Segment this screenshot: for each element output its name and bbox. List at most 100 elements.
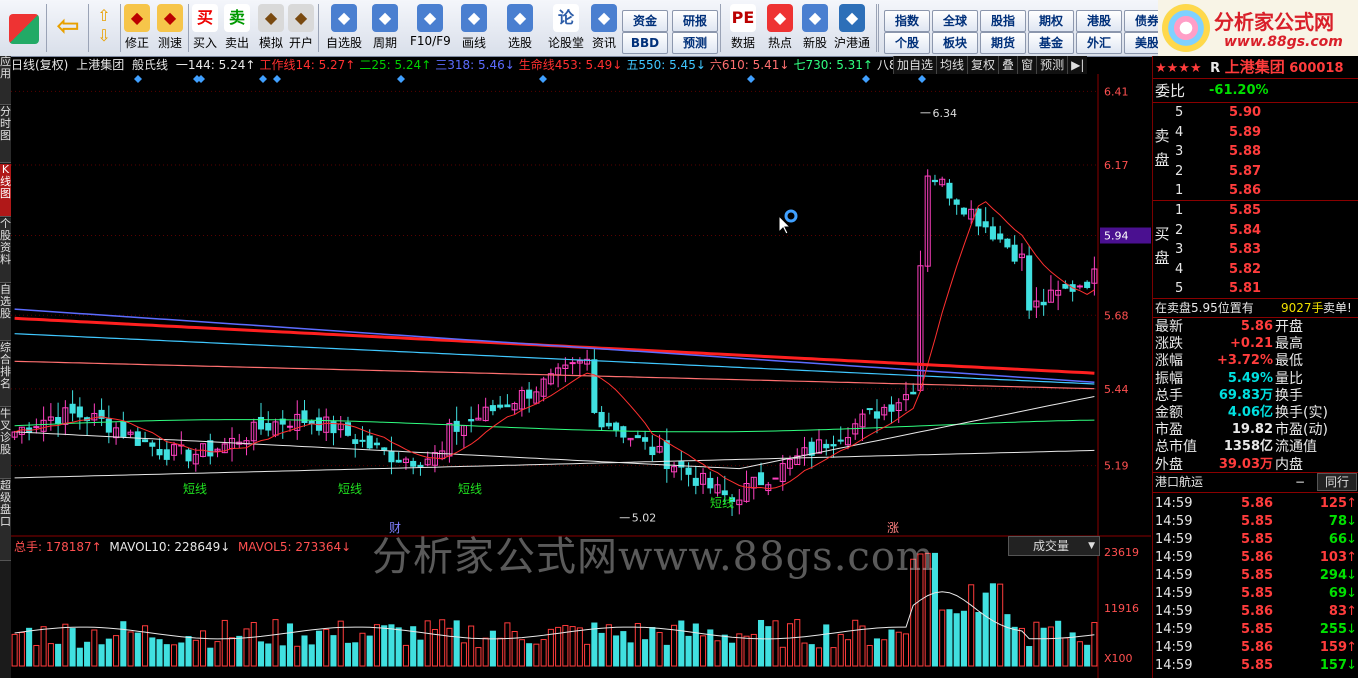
- tick-price: 5.85: [1241, 622, 1274, 637]
- market-button-2-3[interactable]: 基金: [1028, 32, 1074, 54]
- market-button-1-4[interactable]: 港股: [1076, 10, 1122, 32]
- hot-button[interactable]: ◆ 热点: [764, 2, 796, 54]
- candle-body: [417, 464, 424, 468]
- volume-header: 总手: 178187↑ MAVOL10: 228649↓ MAVOL5: 273…: [14, 538, 351, 555]
- buy-button[interactable]: 买买入: [190, 2, 220, 54]
- back-arrow-icon[interactable]: ⇦: [50, 2, 86, 54]
- tick-row: 14:59 5.85 69 ↓: [1153, 585, 1358, 603]
- stat-label-2: 开盘: [1275, 319, 1303, 335]
- volume-bar: [830, 647, 837, 667]
- left-tab-1[interactable]: 分时图: [0, 106, 11, 163]
- left-tab-3[interactable]: 个股资料: [0, 218, 11, 283]
- moving-average-line: [14, 333, 1095, 385]
- sell-button[interactable]: 卖卖出: [222, 2, 252, 54]
- left-tab-5[interactable]: 综合排名: [0, 342, 11, 407]
- toolbar-button-label: 论股堂: [547, 36, 584, 50]
- up-down-arrows-icon[interactable]: ⇧ ⇩: [92, 2, 116, 54]
- left-tab-0[interactable]: 应用: [0, 56, 11, 105]
- left-tab-7[interactable]: 超级盘口: [0, 480, 11, 561]
- volume-bar: [388, 624, 395, 667]
- kline-chart[interactable]: 6.416.175.945.685.445.195.946.345.02短线短线…: [11, 74, 1151, 678]
- bid-row[interactable]: 2 5.84: [1153, 222, 1358, 240]
- volume-bar: [750, 633, 757, 667]
- forum-button[interactable]: 论论股堂: [546, 2, 586, 54]
- ask-row[interactable]: 4 5.89: [1153, 124, 1358, 142]
- bid-row[interactable]: 5 5.81: [1153, 280, 1358, 298]
- volume-bar: [272, 619, 279, 667]
- tick-dir-icon: ↓: [1346, 532, 1357, 547]
- f10-button[interactable]: ◆ F10/F9: [410, 2, 451, 54]
- bid-row[interactable]: 1 5.85: [1153, 202, 1358, 220]
- sse-hke-button[interactable]: ◆ 沪港通: [832, 2, 872, 54]
- chart-tool-3[interactable]: 叠: [998, 56, 1018, 74]
- bid-row[interactable]: 4 5.82: [1153, 261, 1358, 279]
- fix-button[interactable]: ◆ 修正: [122, 2, 152, 54]
- expand-panel-icon[interactable]: ▶|: [1067, 56, 1088, 74]
- volume-bar: [649, 627, 656, 667]
- forecast-button[interactable]: 预测: [672, 32, 718, 54]
- tick-dir-icon: ↑: [1346, 604, 1357, 619]
- stat-label-2: 最高: [1275, 336, 1303, 353]
- capital-button[interactable]: 资金: [622, 10, 668, 32]
- favorites-button[interactable]: ◆ 自选股: [324, 2, 364, 54]
- pe-data-button[interactable]: PE 数据: [728, 2, 758, 54]
- chart-tool-5[interactable]: 预测: [1036, 56, 1068, 74]
- left-tab-2[interactable]: K线图: [0, 164, 11, 217]
- industry-dropdown-arrow[interactable]: −: [1295, 473, 1305, 491]
- bid-row[interactable]: 3 5.83: [1153, 241, 1358, 259]
- market-button-1-1[interactable]: 全球: [932, 10, 978, 32]
- left-tab-6[interactable]: 牛叉诊股: [0, 408, 11, 479]
- volume-bar: [265, 643, 272, 667]
- new-stock-icon: ◆: [802, 4, 828, 32]
- ask-level: 2: [1175, 163, 1184, 179]
- period-button[interactable]: ◆ 周期: [368, 2, 402, 54]
- hammer-button[interactable]: ◆ 模拟: [256, 2, 286, 54]
- lock-button[interactable]: ◆ 开户: [286, 2, 316, 54]
- ask-row[interactable]: 3 5.88: [1153, 143, 1358, 161]
- market-button-2-0[interactable]: 个股: [884, 32, 930, 54]
- new-stock-button[interactable]: ◆ 新股: [800, 2, 830, 54]
- same-industry-button[interactable]: 同行: [1317, 473, 1357, 491]
- tick-dir-icon: ↑: [1346, 550, 1357, 565]
- volume-bar: [207, 647, 214, 667]
- chart-tool-2[interactable]: 复权: [967, 56, 999, 74]
- speed-clock-button[interactable]: ◆ 测速: [154, 2, 186, 54]
- candle-body: [156, 449, 163, 456]
- research-button[interactable]: 研报: [672, 10, 718, 32]
- ask-row[interactable]: 5 5.90: [1153, 104, 1358, 122]
- market-button-2-4[interactable]: 外汇: [1076, 32, 1122, 54]
- stat-row: 振幅 5.49% 量比: [1153, 370, 1358, 388]
- volume-bar: [584, 643, 591, 667]
- chart-tool-1[interactable]: 均线: [936, 56, 968, 74]
- volume-bar: [402, 644, 409, 667]
- home-grid-icon[interactable]: [4, 2, 44, 54]
- tick-row: 14:59 5.86 83 ↑: [1153, 603, 1358, 621]
- ma-value-2: 二25: 5.24↑: [359, 58, 432, 72]
- pen-button[interactable]: ◆ 画线: [456, 2, 492, 54]
- low-price-label: 5.02: [632, 512, 657, 525]
- volume-indicator-select[interactable]: 成交量 ▼: [1008, 536, 1100, 556]
- candle-body: [953, 199, 960, 205]
- news-button[interactable]: ◆ 资讯: [588, 2, 620, 54]
- volume-bar: [960, 610, 967, 667]
- ask-row[interactable]: 1 5.86: [1153, 182, 1358, 200]
- bbd-button[interactable]: BBD: [622, 32, 668, 54]
- volume-bar: [1040, 627, 1047, 667]
- volume-bar: [308, 644, 315, 667]
- market-button-2-1[interactable]: 板块: [932, 32, 978, 54]
- ask-row[interactable]: 2 5.87: [1153, 163, 1358, 181]
- select-stock-button[interactable]: ◆ 选股: [502, 2, 538, 54]
- market-button-1-0[interactable]: 指数: [884, 10, 930, 32]
- market-button-1-3[interactable]: 期权: [1028, 10, 1074, 32]
- volume-bar: [497, 637, 504, 667]
- volume-bar: [866, 644, 873, 667]
- market-button-2-2[interactable]: 期货: [980, 32, 1026, 54]
- left-tab-4[interactable]: 自选股: [0, 284, 11, 341]
- candle-body: [591, 359, 598, 413]
- chart-tool-0[interactable]: 加自选: [893, 56, 937, 74]
- market-button-1-2[interactable]: 股指: [980, 10, 1026, 32]
- period-label[interactable]: 日线(复权): [11, 58, 68, 72]
- chart-tool-4[interactable]: 窗: [1017, 56, 1037, 74]
- indicator-name[interactable]: 般氏线: [132, 58, 168, 72]
- toolbar-button-label: 卖出: [224, 36, 249, 50]
